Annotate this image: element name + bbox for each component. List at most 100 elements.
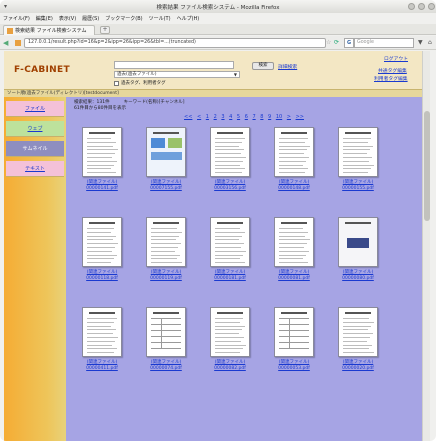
tag-option[interactable]: 過去タグ、利用者タグ bbox=[114, 80, 166, 86]
document-preview-image[interactable] bbox=[210, 307, 250, 357]
thumbnail-filename[interactable]: 00003156.pdf bbox=[202, 186, 258, 192]
sidebar-item-files[interactable]: ファイル bbox=[6, 101, 64, 117]
page-next-link[interactable]: > bbox=[287, 114, 291, 120]
menu-tools[interactable]: ツール(T) bbox=[149, 15, 171, 22]
thumbnail-filename[interactable]: 00000082.pdf bbox=[202, 366, 258, 372]
page-link[interactable]: 6 bbox=[245, 114, 248, 120]
close-icon[interactable] bbox=[428, 3, 435, 10]
tab-search-results[interactable]: 検索結果 ファイル検索システム bbox=[3, 25, 95, 35]
thumbnail-filename[interactable]: 00000081.pdf bbox=[266, 276, 322, 282]
thumbnail-filename[interactable]: 00000020.pdf bbox=[330, 366, 386, 372]
thumbnail-filename[interactable]: 00000181.pdf bbox=[202, 276, 258, 282]
document-preview-image[interactable] bbox=[274, 127, 314, 177]
result-thumbnail[interactable]: (関連ファイル) 00000080.pdf bbox=[330, 217, 386, 281]
page-link[interactable]: 7 bbox=[252, 114, 255, 120]
thumbnail-caption[interactable]: (関連ファイル) 00000411.pdf bbox=[74, 360, 130, 371]
bookmark-star-icon[interactable]: ☆ bbox=[326, 39, 331, 46]
page-prev-link[interactable]: < bbox=[197, 114, 201, 120]
thumbnail-filename[interactable]: 00000119.pdf bbox=[138, 276, 194, 282]
site-logo[interactable]: F-CABINET bbox=[14, 65, 70, 75]
page-link[interactable]: 3 bbox=[221, 114, 224, 120]
document-preview-image[interactable] bbox=[338, 217, 378, 267]
result-thumbnail[interactable]: (関連ファイル) 00000119.pdf bbox=[138, 217, 194, 281]
page-last-link[interactable]: >> bbox=[296, 114, 304, 120]
result-thumbnail[interactable]: (関連ファイル) 00000141.pdf bbox=[74, 127, 130, 191]
download-icon[interactable]: ▼ bbox=[418, 39, 423, 46]
minimize-icon[interactable] bbox=[408, 3, 415, 10]
document-preview-image[interactable] bbox=[210, 127, 250, 177]
reload-icon[interactable]: ⟳ bbox=[334, 39, 339, 46]
result-thumbnail[interactable]: (関連ファイル) 00000411.pdf bbox=[74, 307, 130, 371]
document-preview-image[interactable] bbox=[82, 217, 122, 267]
thumbnail-filename[interactable]: 00000155.pdf bbox=[330, 186, 386, 192]
thumbnail-caption[interactable]: (関連ファイル) 00000141.pdf bbox=[74, 180, 130, 191]
thumbnail-caption[interactable]: (関連ファイル) 00000074.pdf bbox=[138, 360, 194, 371]
menu-view[interactable]: 表示(V) bbox=[59, 15, 76, 22]
result-thumbnail[interactable]: (関連ファイル) 00000053.pdf bbox=[266, 307, 322, 371]
sidebar-item-text[interactable]: テキスト bbox=[6, 161, 64, 177]
page-link[interactable]: 5 bbox=[237, 114, 240, 120]
advanced-search-link[interactable]: 詳細検索 bbox=[278, 63, 297, 70]
page-link[interactable]: 4 bbox=[229, 114, 232, 120]
home-icon[interactable]: ⌂ bbox=[428, 39, 432, 46]
page-link[interactable]: 9 bbox=[268, 114, 271, 120]
thumbnail-filename[interactable]: 00000141.pdf bbox=[74, 186, 130, 192]
document-preview-image[interactable] bbox=[274, 307, 314, 357]
thumbnail-caption[interactable]: (関連ファイル) 00000119.pdf bbox=[138, 270, 194, 281]
thumbnail-filename[interactable]: 00000148.pdf bbox=[266, 186, 322, 192]
thumbnail-caption[interactable]: (関連ファイル) 00000080.pdf bbox=[330, 270, 386, 281]
page-link[interactable]: 1 bbox=[206, 114, 209, 120]
result-thumbnail[interactable]: (関連ファイル) 00000148.pdf bbox=[266, 127, 322, 191]
logout-link[interactable]: ログアウト bbox=[384, 55, 408, 62]
page-link[interactable]: 8 bbox=[260, 114, 263, 120]
shared-tag-edit-link[interactable]: 共通タグ編集 bbox=[378, 67, 407, 74]
page-link[interactable]: 10 bbox=[276, 114, 282, 120]
thumbnail-filename[interactable]: 00000118.pdf bbox=[74, 276, 130, 282]
thumbnail-filename[interactable]: 00000053.pdf bbox=[266, 366, 322, 372]
thumbnail-caption[interactable]: (関連ファイル) 00000020.pdf bbox=[330, 360, 386, 371]
result-thumbnail[interactable]: (関連ファイル) 00003156.pdf bbox=[202, 127, 258, 191]
document-preview-image[interactable] bbox=[274, 217, 314, 267]
result-thumbnail[interactable]: (関連ファイル) 00000082.pdf bbox=[202, 307, 258, 371]
user-tag-edit-link[interactable]: 利用者タグ編集 bbox=[374, 75, 408, 82]
document-preview-image[interactable] bbox=[146, 307, 186, 357]
result-thumbnail[interactable]: (関連ファイル) 00000181.pdf bbox=[202, 217, 258, 281]
url-bar[interactable]: 127.0.0.1/result.php?id=16&p=2&ipp=26&ip… bbox=[24, 38, 326, 48]
tag-checkbox[interactable] bbox=[114, 80, 119, 86]
thumbnail-caption[interactable]: (関連ファイル) 00000082.pdf bbox=[202, 360, 258, 371]
thumbnail-filename[interactable]: 00000074.pdf bbox=[138, 366, 194, 372]
menu-file[interactable]: ファイル(F) bbox=[3, 15, 30, 22]
thumbnail-caption[interactable]: (関連ファイル) 00000081.pdf bbox=[266, 270, 322, 281]
maximize-icon[interactable] bbox=[418, 3, 425, 10]
thumbnail-caption[interactable]: (関連ファイル) 00003156.pdf bbox=[202, 180, 258, 191]
result-thumbnail[interactable]: (関連ファイル) 00007155.pdf bbox=[138, 127, 194, 191]
sidebar-item-web[interactable]: ウェブ bbox=[6, 121, 64, 137]
menu-help[interactable]: ヘルプ(H) bbox=[177, 15, 200, 22]
keyword-input[interactable] bbox=[114, 61, 234, 69]
scrollbar-thumb[interactable] bbox=[424, 111, 430, 221]
thumbnail-caption[interactable]: (関連ファイル) 00007155.pdf bbox=[138, 180, 194, 191]
result-thumbnail[interactable]: (関連ファイル) 00000155.pdf bbox=[330, 127, 386, 191]
menu-bookmarks[interactable]: ブックマーク(B) bbox=[105, 15, 142, 22]
document-preview-image[interactable] bbox=[210, 217, 250, 267]
thumbnail-caption[interactable]: (関連ファイル) 00000181.pdf bbox=[202, 270, 258, 281]
thumbnail-caption[interactable]: (関連ファイル) 00000118.pdf bbox=[74, 270, 130, 281]
sidebar-item-thumbnails[interactable]: サムネイル bbox=[6, 141, 64, 157]
result-thumbnail[interactable]: (関連ファイル) 00000020.pdf bbox=[330, 307, 386, 371]
search-engine-icon[interactable]: G bbox=[344, 38, 354, 48]
document-preview-image[interactable] bbox=[338, 307, 378, 357]
result-thumbnail[interactable]: (関連ファイル) 00000074.pdf bbox=[138, 307, 194, 371]
document-preview-image[interactable] bbox=[146, 127, 186, 177]
thumbnail-caption[interactable]: (関連ファイル) 00000148.pdf bbox=[266, 180, 322, 191]
page-first-link[interactable]: << bbox=[184, 114, 192, 120]
result-thumbnail[interactable]: (関連ファイル) 00000081.pdf bbox=[266, 217, 322, 281]
new-tab-button[interactable]: + bbox=[100, 26, 110, 34]
site-identity-icon[interactable] bbox=[15, 40, 21, 46]
thumbnail-filename[interactable]: 00000080.pdf bbox=[330, 276, 386, 282]
menu-history[interactable]: 履歴(S) bbox=[82, 15, 99, 22]
thumbnail-caption[interactable]: (関連ファイル) 00000053.pdf bbox=[266, 360, 322, 371]
document-preview-image[interactable] bbox=[82, 307, 122, 357]
menu-edit[interactable]: 編集(E) bbox=[36, 15, 53, 22]
thumbnail-caption[interactable]: (関連ファイル) 00000155.pdf bbox=[330, 180, 386, 191]
file-type-select[interactable]: 過去(過去ファイル) ▼ bbox=[114, 71, 240, 78]
